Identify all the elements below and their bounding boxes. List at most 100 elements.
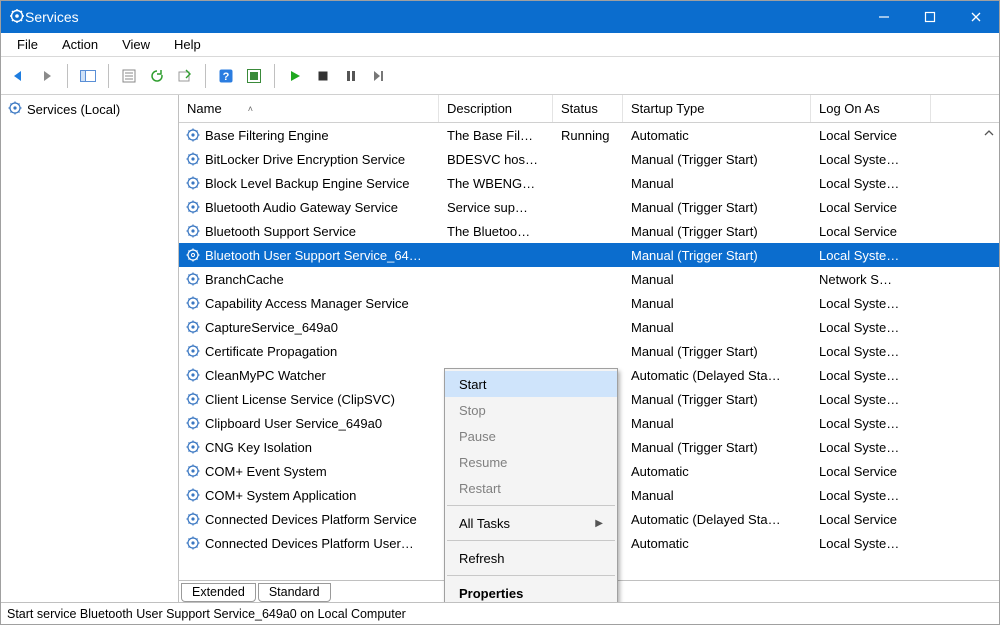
pause-service-button[interactable]: [339, 64, 363, 88]
service-logon: Local Syste…: [811, 392, 931, 407]
status-bar: Start service Bluetooth User Support Ser…: [1, 602, 999, 624]
list-header: Name˄ Description Status Startup Type Lo…: [179, 95, 999, 123]
col-header-logon[interactable]: Log On As: [811, 95, 931, 122]
export-list-button[interactable]: [173, 64, 197, 88]
menu-file[interactable]: File: [7, 35, 48, 54]
service-startup: Manual: [623, 488, 811, 503]
service-row[interactable]: Block Level Backup Engine ServiceThe WBE…: [179, 171, 999, 195]
col-header-startup[interactable]: Startup Type: [623, 95, 811, 122]
service-name: Block Level Backup Engine Service: [205, 176, 410, 191]
context-menu-item: Stop: [445, 397, 617, 423]
service-startup: Automatic: [623, 464, 811, 479]
body-panes: Services (Local) Name˄ Description Statu…: [1, 95, 999, 602]
services-window: Services File Action View Help ?: [0, 0, 1000, 625]
help-button[interactable]: ?: [214, 64, 238, 88]
service-row[interactable]: Base Filtering EngineThe Base Fil…Runnin…: [179, 123, 999, 147]
gear-icon: [185, 199, 201, 215]
service-row[interactable]: BitLocker Drive Encryption ServiceBDESVC…: [179, 147, 999, 171]
service-row[interactable]: Bluetooth Audio Gateway ServiceService s…: [179, 195, 999, 219]
close-button[interactable]: [953, 1, 999, 33]
context-menu-label: Stop: [459, 403, 486, 418]
service-row[interactable]: BranchCacheManualNetwork S…: [179, 267, 999, 291]
left-tree-pane: Services (Local): [1, 95, 179, 602]
service-description: The Base Fil…: [439, 128, 553, 143]
menu-help[interactable]: Help: [164, 35, 211, 54]
tree-root-label: Services (Local): [27, 102, 120, 117]
col-header-status[interactable]: Status: [553, 95, 623, 122]
gear-icon: [185, 343, 201, 359]
stop-service-button[interactable]: [311, 64, 335, 88]
menu-view[interactable]: View: [112, 35, 160, 54]
context-menu-item: Pause: [445, 423, 617, 449]
service-row[interactable]: Bluetooth User Support Service_64…Manual…: [179, 243, 999, 267]
service-row[interactable]: Capability Access Manager ServiceManualL…: [179, 291, 999, 315]
window-title: Services: [25, 9, 861, 25]
service-logon: Local Service: [811, 512, 931, 527]
start-service-button[interactable]: [283, 64, 307, 88]
service-row[interactable]: Bluetooth Support ServiceThe Bluetoo…Man…: [179, 219, 999, 243]
service-startup: Manual (Trigger Start): [623, 152, 811, 167]
gear-icon: [185, 535, 201, 551]
service-logon: Local Syste…: [811, 488, 931, 503]
service-logon: Network S…: [811, 272, 931, 287]
context-menu-item[interactable]: Refresh: [445, 545, 617, 571]
service-startup: Automatic (Delayed Sta…: [623, 512, 811, 527]
service-logon: Local Service: [811, 128, 931, 143]
service-logon: Local Syste…: [811, 176, 931, 191]
service-logon: Local Syste…: [811, 368, 931, 383]
gear-icon: [185, 151, 201, 167]
service-name: Bluetooth Support Service: [205, 224, 356, 239]
service-name: Connected Devices Platform User…: [205, 536, 414, 551]
service-logon: Local Syste…: [811, 320, 931, 335]
properties-button[interactable]: [117, 64, 141, 88]
service-row[interactable]: Certificate PropagationManual (Trigger S…: [179, 339, 999, 363]
service-startup: Manual (Trigger Start): [623, 248, 811, 263]
service-logon: Local Syste…: [811, 416, 931, 431]
context-menu-item[interactable]: Properties: [445, 580, 617, 602]
gear-icon: [185, 247, 201, 263]
show-hide-tree-button[interactable]: [76, 64, 100, 88]
menu-action[interactable]: Action: [52, 35, 108, 54]
service-logon: Local Service: [811, 464, 931, 479]
tab-standard[interactable]: Standard: [258, 583, 331, 602]
service-name: BitLocker Drive Encryption Service: [205, 152, 405, 167]
back-button[interactable]: [7, 64, 31, 88]
service-name: COM+ Event System: [205, 464, 327, 479]
service-status: Running: [553, 128, 623, 143]
sort-ascending-icon: ˄: [248, 104, 253, 114]
restart-service-button[interactable]: [367, 64, 391, 88]
tree-root-services-local[interactable]: Services (Local): [1, 97, 178, 122]
context-menu-label: Pause: [459, 429, 496, 444]
context-menu-item[interactable]: All Tasks▶: [445, 510, 617, 536]
service-startup: Automatic: [623, 128, 811, 143]
gear-icon: [185, 487, 201, 503]
context-menu-label: Start: [459, 377, 486, 392]
service-row[interactable]: CaptureService_649a0ManualLocal Syste…: [179, 315, 999, 339]
tab-extended[interactable]: Extended: [181, 583, 256, 602]
gear-icon: [185, 463, 201, 479]
service-description: Service sup…: [439, 200, 553, 215]
gear-icon: [185, 271, 201, 287]
svg-text:?: ?: [223, 71, 230, 83]
gear-icon: [7, 100, 23, 119]
col-header-name[interactable]: Name˄: [179, 95, 439, 122]
gear-icon: [185, 319, 201, 335]
col-header-description[interactable]: Description: [439, 95, 553, 122]
status-text: Start service Bluetooth User Support Ser…: [7, 607, 406, 621]
help2-button[interactable]: [242, 64, 266, 88]
service-name: CaptureService_649a0: [205, 320, 338, 335]
context-menu-item[interactable]: Start: [445, 371, 617, 397]
toolbar-separator: [205, 64, 206, 88]
scroll-up-icon[interactable]: [981, 125, 997, 141]
service-logon: Local Syste…: [811, 152, 931, 167]
forward-button[interactable]: [35, 64, 59, 88]
gear-icon: [185, 367, 201, 383]
maximize-button[interactable]: [907, 1, 953, 33]
refresh-button[interactable]: [145, 64, 169, 88]
gear-icon: [185, 175, 201, 191]
service-name: Clipboard User Service_649a0: [205, 416, 382, 431]
service-logon: Local Syste…: [811, 536, 931, 551]
service-logon: Local Syste…: [811, 440, 931, 455]
minimize-button[interactable]: [861, 1, 907, 33]
service-name: CNG Key Isolation: [205, 440, 312, 455]
